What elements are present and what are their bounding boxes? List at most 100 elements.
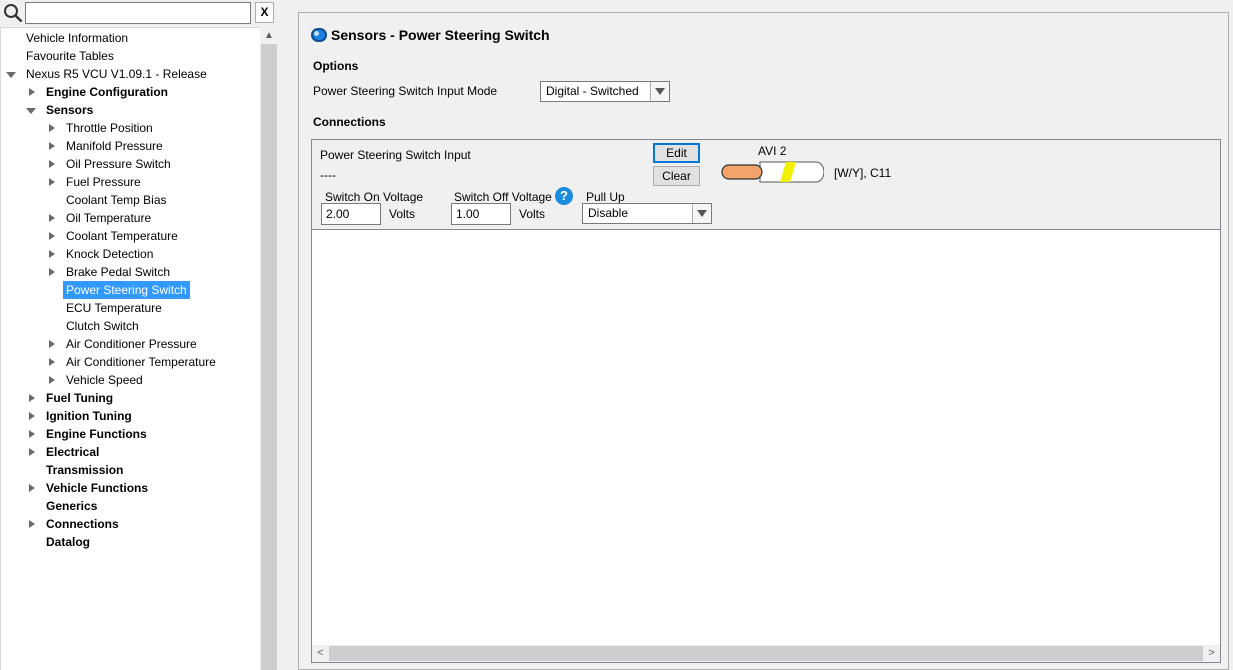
chevron-down-icon[interactable] — [650, 82, 669, 101]
tree-item-label: Favourite Tables — [26, 49, 114, 63]
expand-down-icon[interactable] — [26, 108, 36, 114]
expand-right-icon[interactable] — [49, 358, 55, 366]
expand-right-icon[interactable] — [29, 484, 35, 492]
pull-up-value: Disable — [588, 206, 629, 220]
main-panel: Sensors - Power Steering Switch Options … — [298, 12, 1229, 670]
switch-off-unit: Volts — [519, 207, 546, 221]
tree-item[interactable]: ECU Temperature — [63, 299, 165, 317]
expand-right-icon[interactable] — [49, 142, 55, 150]
tree-item-label: Connections — [46, 517, 119, 531]
navigation-tree: Vehicle Information Favourite Tables Nexus… — [0, 27, 260, 670]
expand-right-icon[interactable] — [49, 178, 55, 186]
tree-item[interactable]: Coolant Temperature — [49, 227, 181, 245]
switch-off-label: Switch Off Voltage — [454, 190, 552, 204]
tree-item[interactable]: Sensors — [26, 101, 96, 119]
search-icon — [4, 4, 23, 23]
pull-up-dropdown[interactable]: Disable — [582, 203, 712, 224]
tree-item-label: Transmission — [46, 463, 124, 477]
tree-item[interactable]: Vehicle Speed — [49, 371, 146, 389]
pull-up-label: Pull Up — [586, 190, 625, 204]
expand-right-icon[interactable] — [49, 232, 55, 240]
wire-info: [W/Y], C11 — [834, 166, 892, 180]
sensor-bullet-icon — [311, 28, 327, 42]
tree-item-label: Vehicle Information — [26, 31, 129, 45]
tree-item-label: Fuel Pressure — [66, 175, 141, 189]
expand-right-icon[interactable] — [49, 250, 55, 258]
tree-item[interactable]: Power Steering Switch — [63, 281, 190, 299]
tree-item[interactable]: Transmission — [43, 461, 126, 479]
expand-down-icon[interactable] — [6, 72, 16, 78]
search-input[interactable] — [25, 2, 251, 24]
expand-right-icon[interactable] — [49, 214, 55, 222]
tree-item-label: Throttle Position — [66, 121, 153, 135]
scroll-up-icon[interactable]: ▲ — [260, 27, 278, 44]
page-title: Sensors - Power Steering Switch — [331, 27, 550, 43]
tree-item-label: Vehicle Functions — [46, 481, 149, 495]
tree-item-label: Electrical — [46, 445, 100, 459]
chevron-down-icon[interactable] — [692, 204, 711, 223]
scrollbar-thumb[interactable] — [329, 646, 1203, 661]
tree-item[interactable]: Engine Functions — [29, 425, 150, 443]
tree-item[interactable]: Air Conditioner Pressure — [49, 335, 200, 353]
tree-item[interactable]: Knock Detection — [49, 245, 156, 263]
tree-item-label: Air Conditioner Pressure — [66, 337, 197, 351]
connections-heading: Connections — [313, 115, 386, 129]
tree-item[interactable]: Nexus R5 VCU V1.09.1 - Release — [6, 65, 210, 83]
expand-right-icon[interactable] — [29, 430, 35, 438]
expand-right-icon[interactable] — [49, 340, 55, 348]
switch-off-input[interactable]: 1.00 — [451, 203, 511, 225]
edit-button[interactable]: Edit — [653, 143, 700, 163]
tree-item[interactable]: Manifold Pressure — [49, 137, 166, 155]
tree-item[interactable]: Brake Pedal Switch — [49, 263, 173, 281]
tree-item[interactable]: Datalog — [43, 533, 93, 551]
expand-right-icon[interactable] — [49, 268, 55, 276]
scrollbar-thumb[interactable] — [261, 44, 277, 670]
input-mode-dropdown[interactable]: Digital - Switched — [540, 81, 670, 102]
tree-item[interactable]: Clutch Switch — [63, 317, 142, 335]
tree-item[interactable]: Fuel Tuning — [29, 389, 116, 407]
tree-item[interactable]: Throttle Position — [49, 119, 156, 137]
clear-button[interactable]: Clear — [653, 166, 700, 186]
expand-right-icon[interactable] — [49, 160, 55, 168]
switch-on-input[interactable]: 2.00 — [321, 203, 381, 225]
expand-right-icon[interactable] — [29, 520, 35, 528]
panel-divider[interactable] — [278, 0, 288, 670]
tree-item-label: Fuel Tuning — [46, 391, 114, 405]
tree-item[interactable]: Favourite Tables — [23, 47, 117, 65]
expand-right-icon[interactable] — [29, 412, 35, 420]
tree-item-label: Generics — [46, 499, 98, 513]
horizontal-scrollbar[interactable]: < > — [312, 645, 1220, 662]
expand-right-icon[interactable] — [49, 376, 55, 384]
tree-item[interactable]: Coolant Temp Bias — [63, 191, 170, 209]
tree-item-label: Vehicle Speed — [66, 373, 143, 387]
input-mode-label: Power Steering Switch Input Mode — [313, 84, 498, 98]
tree-item[interactable]: Connections — [29, 515, 122, 533]
wire-icon — [721, 161, 824, 183]
expand-right-icon[interactable] — [49, 124, 55, 132]
tree-item-label: Oil Temperature — [66, 211, 152, 225]
tree-item[interactable]: Vehicle Functions — [29, 479, 151, 497]
tree-item-label: Coolant Temp Bias — [66, 193, 167, 207]
expand-right-icon[interactable] — [29, 394, 35, 402]
tree-item[interactable]: Fuel Pressure — [49, 173, 144, 191]
tree-item[interactable]: Electrical — [29, 443, 102, 461]
tree-item[interactable]: Ignition Tuning — [29, 407, 135, 425]
expand-right-icon[interactable] — [29, 88, 35, 96]
tree-item[interactable]: Air Conditioner Temperature — [49, 353, 219, 371]
tree-item[interactable]: Generics — [43, 497, 100, 515]
tree-item[interactable]: Vehicle Information — [23, 29, 131, 47]
tree-scrollbar[interactable]: ▲ — [260, 27, 278, 670]
expand-right-icon[interactable] — [29, 448, 35, 456]
tree-item[interactable]: Engine Configuration — [29, 83, 171, 101]
tree-item[interactable]: Oil Temperature — [49, 209, 154, 227]
scroll-left-icon[interactable]: < — [312, 645, 329, 662]
switch-on-label: Switch On Voltage — [325, 190, 424, 204]
scroll-right-icon[interactable]: > — [1203, 645, 1220, 662]
tree-item-label: Manifold Pressure — [66, 139, 163, 153]
search-bar: X — [0, 0, 278, 27]
clear-search-button[interactable]: X — [255, 2, 274, 23]
left-panel: X Vehicle Information Favourite Tables Nex… — [0, 0, 278, 670]
help-icon[interactable]: ? — [555, 187, 573, 205]
tree-item[interactable]: Oil Pressure Switch — [49, 155, 174, 173]
tree-item-label: Brake Pedal Switch — [66, 265, 171, 279]
